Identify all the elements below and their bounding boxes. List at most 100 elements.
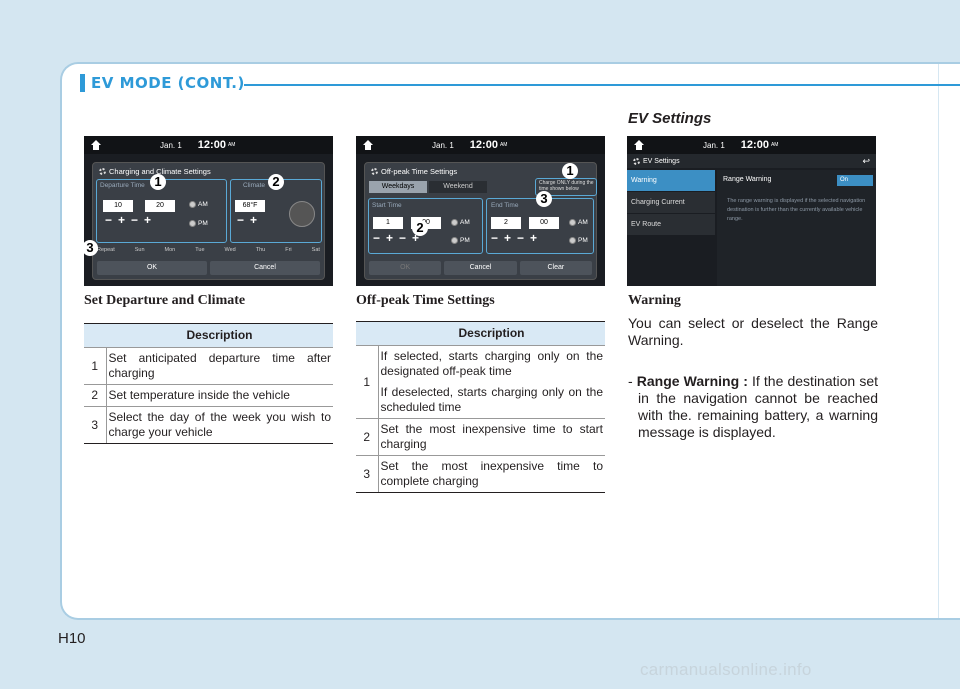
range-warning-label: Range Warning (723, 176, 772, 183)
watermark: carmanualsonline.info (640, 660, 812, 679)
section-title: EV MODE (CONT.) (80, 74, 245, 92)
repeat-label: Repeat (97, 247, 115, 253)
back-icon[interactable]: ↩ (862, 156, 870, 167)
warning-paragraph-2: - Range Warning : If the destination set… (628, 373, 878, 440)
home-icon (633, 140, 645, 150)
ev-settings-heading: EV Settings (628, 110, 712, 127)
home-icon (362, 140, 374, 150)
caption-set-departure: Set Departure and Climate (84, 293, 246, 308)
ok-button[interactable]: OK (97, 261, 207, 275)
table-header: Description (106, 323, 333, 348)
table-row: 1 If selected, starts charging only on th… (356, 345, 605, 419)
warning-heading: Warning (628, 293, 681, 308)
home-icon (90, 140, 102, 150)
day-thu[interactable]: Thu (256, 247, 265, 253)
repeat-days[interactable]: Repeat Sun Mon Tue Wed Thu Fri Sat (97, 247, 320, 253)
off-peak-dialog: Off-peak Time Settings Weekdays Weekend … (364, 162, 597, 280)
dialog-title-text: Off-peak Time Settings (381, 167, 458, 176)
end-pm-radio[interactable]: PM (569, 237, 588, 244)
screen-status-bar: Jan. 1 12:00 AM (84, 136, 333, 154)
end-minute-field[interactable]: 00 (529, 217, 559, 229)
table-row: 2 Set temperature inside the vehicle (84, 384, 333, 407)
tab-weekdays[interactable]: Weekdays (369, 181, 427, 193)
departure-time-label: Departure Time (100, 182, 145, 189)
screen-ampm: AM (770, 142, 779, 148)
screen-time: 12:00 (469, 139, 498, 151)
gear-icon (99, 168, 106, 175)
callout-badge-1: 1 (150, 174, 166, 190)
page-divider (938, 64, 939, 618)
start-am-radio[interactable]: AM (451, 219, 470, 226)
gear-icon (633, 157, 640, 165)
start-time-label: Start Time (372, 202, 402, 209)
page-number: H10 (58, 630, 86, 647)
screen-ampm: AM (227, 142, 236, 148)
screen-status-bar: Jan. 1 12:00 AM (627, 136, 876, 154)
day-sun[interactable]: Sun (135, 247, 145, 253)
caption-off-peak: Off-peak Time Settings (356, 293, 495, 308)
table-header: Description (378, 321, 605, 346)
range-warning-toggle[interactable]: On (837, 175, 873, 186)
section-title-rule (244, 84, 960, 86)
ev-settings-header: EV Settings ↩ (627, 154, 876, 168)
day-mon[interactable]: Mon (165, 247, 176, 253)
screen-time: 12:00 (197, 139, 226, 151)
table-row: 1 Set anticipated departure time after ch… (84, 347, 333, 385)
ok-button[interactable]: OK (369, 261, 442, 275)
defrost-icon[interactable] (289, 201, 315, 227)
cancel-button[interactable]: Cancel (210, 261, 320, 275)
start-pm-radio[interactable]: PM (451, 237, 470, 244)
end-time-steppers[interactable]: −+−+ (491, 231, 543, 245)
table-row: 3 Select the day of the week you wish to … (84, 406, 333, 444)
dialog-buttons: OK Cancel Clear (369, 261, 592, 275)
description-table-1: Description 1 Set anticipated departure t… (84, 323, 333, 444)
callout-badge-1: 1 (562, 163, 578, 179)
minute-field[interactable]: 20 (145, 200, 175, 212)
range-warning-note: The range warning is displayed if the se… (727, 198, 866, 222)
time-steppers[interactable]: −+−+ (105, 213, 157, 227)
pm-radio[interactable]: PM (189, 220, 208, 227)
screen-status-bar: Jan. 1 12:00 AM (356, 136, 605, 154)
callout-badge-3: 3 (536, 191, 552, 207)
end-time-label: End Time (491, 202, 519, 209)
end-hour-field[interactable]: 2 (491, 217, 521, 229)
charging-climate-dialog: Charging and Climate Settings Departure … (92, 162, 325, 280)
cancel-button[interactable]: Cancel (444, 261, 517, 275)
screen-date: Jan. 1 (160, 140, 182, 150)
menu-item-ev-route[interactable]: EV Route (627, 214, 715, 235)
description-table-2: Description 1 If selected, starts chargin… (356, 321, 605, 493)
warning-detail-pane: Range Warning On The range warning is di… (717, 170, 876, 286)
ev-settings-title: EV Settings (643, 157, 680, 165)
screen-time: 12:00 (740, 139, 769, 151)
menu-item-warning[interactable]: Warning (627, 170, 715, 191)
dialog-title: Charging and Climate Settings (93, 163, 324, 180)
tab-weekend[interactable]: Weekend (429, 181, 487, 193)
day-sat[interactable]: Sat (312, 247, 320, 253)
section-title-text: EV MODE (CONT.) (91, 74, 245, 92)
day-tue[interactable]: Tue (195, 247, 204, 253)
callout-badge-2: 2 (412, 220, 428, 236)
temperature-steppers[interactable]: −+ (237, 213, 263, 227)
screen-ampm: AM (499, 142, 508, 148)
clear-button[interactable]: Clear (519, 261, 592, 275)
table-row: 2 Set the most inexpensive time to start … (356, 418, 605, 456)
table-row: 3 Set the most inexpensive time to comple… (356, 455, 605, 493)
screen-date: Jan. 1 (703, 140, 725, 150)
warning-paragraph-1: You can select or deselect the Range War… (628, 315, 878, 348)
screenshot-off-peak: Jan. 1 12:00 AM Off-peak Time Settings W… (356, 136, 605, 286)
screenshot-charging-climate: Jan. 1 12:00 AM Charging and Climate Set… (84, 136, 333, 286)
end-am-radio[interactable]: AM (569, 219, 588, 226)
start-hour-field[interactable]: 1 (373, 217, 403, 229)
am-radio[interactable]: AM (189, 201, 208, 208)
screen-date: Jan. 1 (432, 140, 454, 150)
menu-item-charging-current[interactable]: Charging Current (627, 192, 715, 213)
day-wed[interactable]: Wed (225, 247, 236, 253)
temperature-field[interactable]: 68°F (235, 200, 265, 212)
gear-icon (371, 168, 378, 175)
callout-badge-2: 2 (268, 174, 284, 190)
hour-field[interactable]: 10 (103, 200, 133, 212)
dialog-buttons: OK Cancel (97, 261, 320, 275)
section-title-bar (80, 74, 85, 92)
day-fri[interactable]: Fri (285, 247, 291, 253)
screenshot-ev-settings: Jan. 1 12:00 AM EV Settings ↩ Warning Ch… (627, 136, 876, 286)
